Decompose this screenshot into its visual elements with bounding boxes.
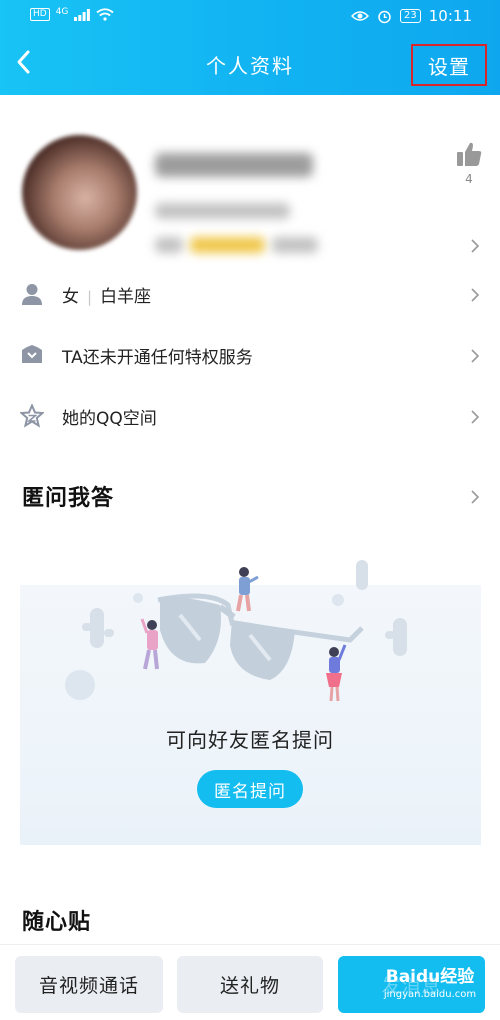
crown-icon (22, 345, 42, 363)
circle-decoration (65, 670, 95, 700)
nickname-blurred (155, 153, 313, 177)
separator: | (87, 288, 93, 306)
level-badge-blurred (190, 237, 265, 253)
clock: 10:11 (428, 7, 472, 25)
thumbs-up-icon (457, 142, 482, 166)
person-icon (22, 284, 42, 305)
chevron-right-icon (471, 288, 480, 302)
network-type: 4G (55, 6, 69, 17)
status-left: HD 4G (30, 6, 114, 21)
settings-button[interactable]: 设置 (411, 44, 487, 86)
cactus-right-icon (385, 618, 407, 656)
sunglasses-illustration (65, 560, 407, 702)
baidu-watermark: Baidu经验 jingyan.baidu.com (380, 962, 480, 1000)
info-row-qzone[interactable]: 她的QQ空间 (0, 387, 500, 447)
header: HD 4G 23 10:11 个人资料 设置 (0, 0, 500, 95)
sticky-notes-title: 随心贴 (22, 910, 92, 935)
watermark-brand: Baidu经验 (385, 967, 475, 987)
anonymous-ask-button[interactable]: 匿名提问 (197, 770, 303, 808)
anonymous-qa-prompt: 可向好友匿名提问 (166, 728, 334, 752)
battery-indicator: 23 (400, 9, 421, 23)
level-blurred-left (155, 237, 183, 253)
info-row-privilege-text: TA还未开通任何特权服务 (62, 348, 253, 368)
info-row-qzone-text: 她的QQ空间 (62, 409, 157, 429)
send-gift-button[interactable]: 送礼物 (177, 956, 323, 1013)
av-call-button[interactable]: 音视频通话 (15, 956, 163, 1013)
chevron-right-icon[interactable] (468, 490, 482, 504)
like-count: 4 (465, 172, 473, 186)
zodiac-text: 白羊座 (100, 287, 152, 307)
qq-number-blurred (155, 203, 290, 219)
chevron-right-icon (471, 239, 480, 253)
person-figure-top (236, 567, 259, 612)
chevron-right-icon (471, 410, 480, 424)
circle-decoration (133, 593, 143, 603)
anonymous-qa-title: 匿问我答 (22, 486, 115, 511)
hd-badge: HD (30, 8, 50, 21)
person-figure-left (140, 618, 159, 670)
person-figure-right (326, 644, 347, 702)
level-blurred-right (272, 237, 318, 253)
wifi-icon (96, 8, 114, 21)
cactus-left-icon (82, 608, 114, 648)
cactus-small-icon (356, 560, 368, 590)
chevron-right-icon (471, 349, 480, 363)
watermark-url: jingyan.baidu.com (383, 989, 477, 1000)
eye-icon (351, 11, 370, 21)
alarm-icon (378, 10, 391, 23)
avatar[interactable] (22, 135, 137, 250)
info-row-basic[interactable]: 女 | 白羊座 (0, 265, 500, 325)
signal-icon (74, 8, 91, 21)
star-icon (20, 404, 44, 428)
status-bar: HD 4G 23 10:11 (0, 0, 500, 32)
info-row-privilege[interactable]: TA还未开通任何特权服务 (0, 326, 500, 386)
status-right: 23 10:11 (351, 7, 472, 25)
gender-text: 女 (62, 287, 79, 307)
info-row-basic-text: 女 | 白羊座 (62, 282, 151, 307)
circle-decoration (332, 594, 344, 606)
navbar: 个人资料 设置 (0, 32, 500, 95)
profile-card[interactable]: 4 (0, 95, 500, 270)
like-button[interactable]: 4 (452, 140, 486, 186)
